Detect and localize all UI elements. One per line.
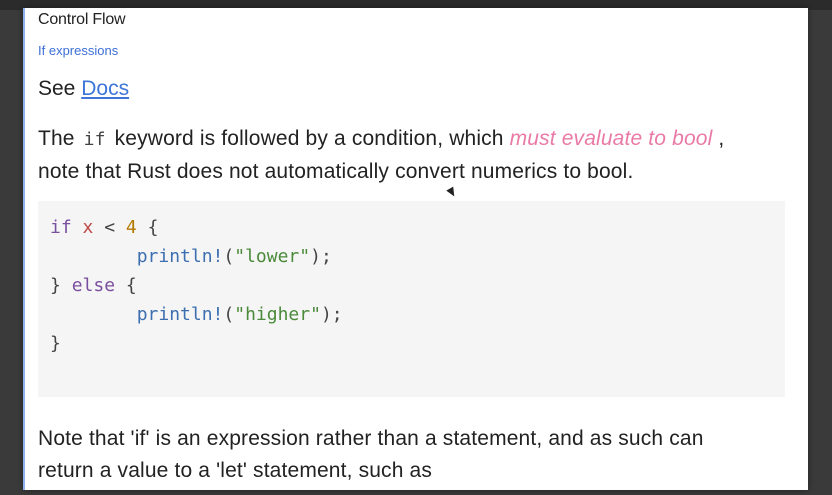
para1-text-2: keyword is followed by a condition, whic…	[114, 127, 504, 150]
paragraph-if-expression: Note that 'if' is an expression rather t…	[38, 423, 704, 487]
code-line-5: }	[50, 333, 61, 354]
see-docs-line: See Docs	[38, 77, 129, 101]
subsection-link-if-expressions[interactable]: If expressions	[38, 43, 118, 58]
inline-code-if: if	[83, 129, 106, 150]
code-line-4: println!("higher");	[136, 304, 343, 325]
page-title: Control Flow	[38, 11, 126, 28]
code-block: if x < 4 { println!("lower"); } else { p…	[38, 201, 785, 397]
paragraph-if-keyword: The if keyword is followed by a conditio…	[38, 123, 724, 188]
para2-line-2: return a value to a 'let' statement, suc…	[38, 459, 432, 482]
code-content: if x < 4 { println!("lower"); } else { p…	[50, 213, 343, 358]
code-line-1: if x < 4 {	[50, 217, 159, 238]
sidebar-divider	[23, 8, 25, 490]
para1-text-3: ,	[718, 127, 725, 150]
see-prefix: See	[38, 77, 76, 100]
document-page: Control Flow If expressions See Docs The…	[23, 8, 808, 490]
para1-line-2: note that Rust does not automatically co…	[38, 160, 634, 183]
code-line-3: } else {	[50, 275, 137, 296]
para2-line-1: Note that 'if' is an expression rather t…	[38, 427, 704, 450]
code-line-2: println!("lower");	[136, 246, 332, 267]
emphasis-text: must evaluate to bool	[509, 127, 713, 150]
para1-text-1: The	[38, 127, 75, 150]
docs-link[interactable]: Docs	[81, 77, 129, 100]
